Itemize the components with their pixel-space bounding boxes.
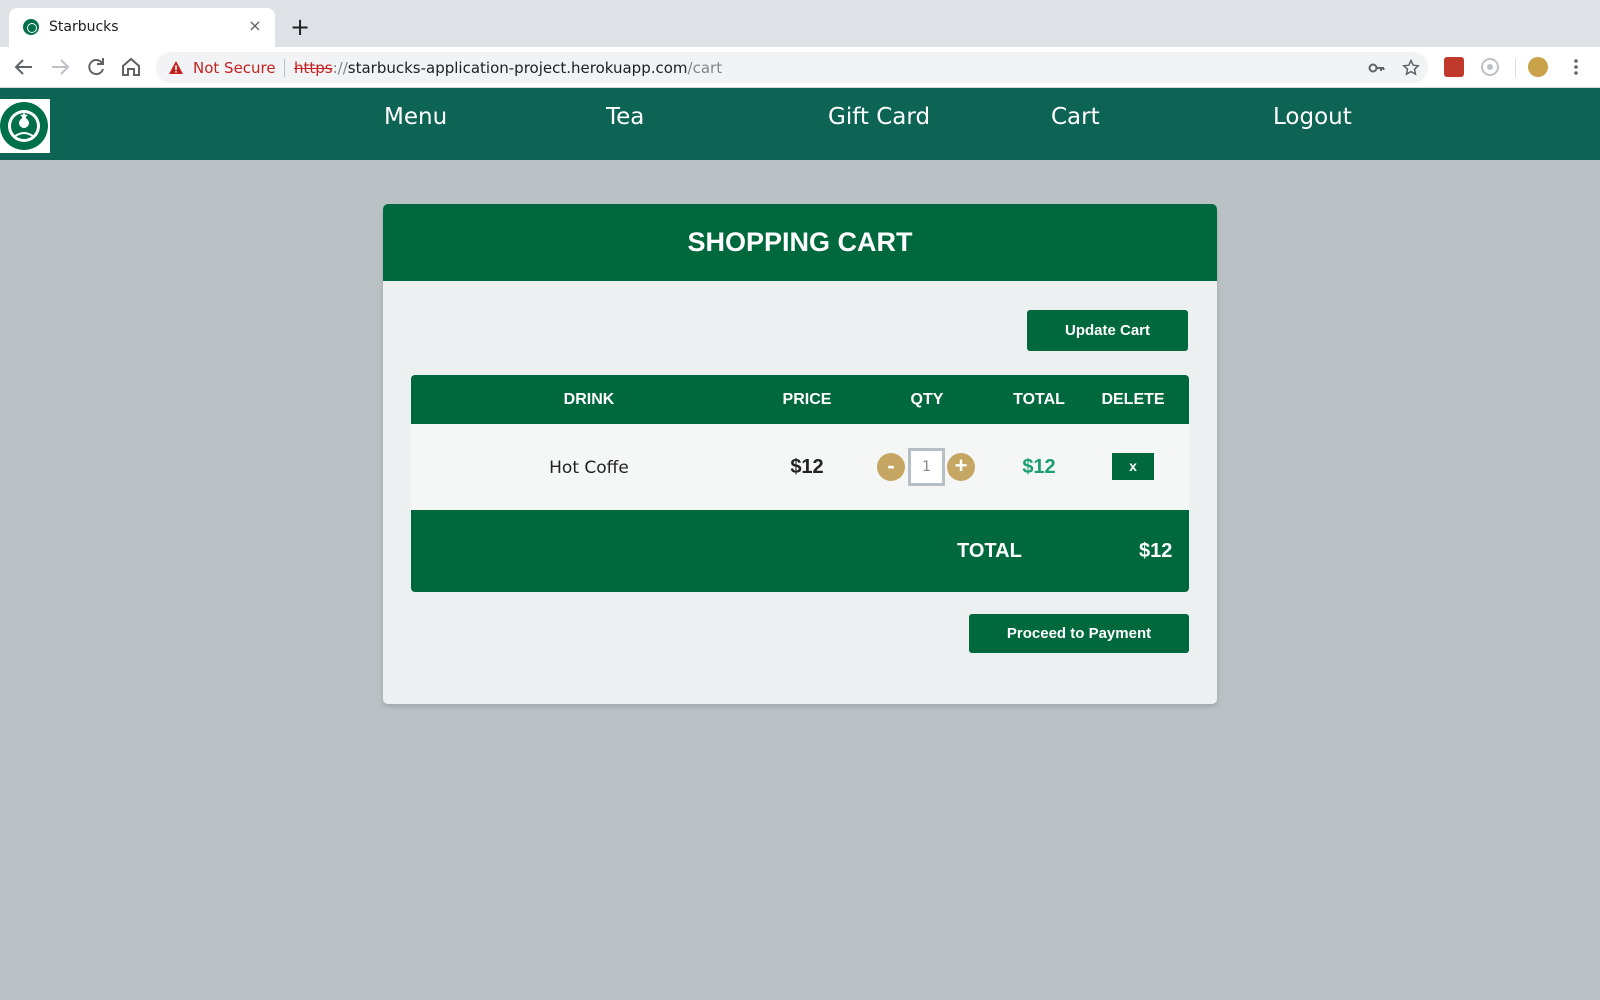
delete-item-button[interactable]: x (1112, 453, 1154, 480)
browser-toolbar: Not Secure https://starbucks-application… (0, 47, 1600, 88)
nav-gift-card[interactable]: Gift Card (828, 104, 930, 130)
browser-tab[interactable]: Starbucks × (9, 8, 275, 47)
security-status[interactable]: Not Secure (193, 59, 276, 77)
nav-logout[interactable]: Logout (1273, 104, 1352, 130)
column-header-total: TOTAL (1013, 391, 1065, 408)
divider (284, 59, 285, 77)
profile-avatar[interactable] (1528, 57, 1548, 77)
decrease-qty-button[interactable]: - (877, 453, 905, 481)
nav-menu[interactable]: Menu (384, 104, 447, 130)
address-bar[interactable]: Not Secure https://starbucks-application… (156, 52, 1428, 83)
home-icon[interactable] (119, 55, 143, 79)
column-header-drink: DRINK (563, 391, 615, 408)
shopping-cart-card: SHOPPING CART Update Cart DRINK PRICE QT… (383, 204, 1217, 704)
cart-header: SHOPPING CART (383, 204, 1217, 281)
tab-title: Starbucks (49, 19, 119, 35)
extension-icon[interactable] (1444, 57, 1464, 77)
extension-circle-icon[interactable] (1480, 57, 1500, 77)
quantity-input[interactable] (908, 448, 945, 486)
forward-arrow-icon[interactable] (48, 55, 72, 79)
url-scheme: https (294, 59, 333, 77)
cart-total-row: TOTAL $12 (411, 510, 1189, 592)
column-header-delete: DELETE (1101, 391, 1165, 408)
back-arrow-icon[interactable] (12, 55, 36, 79)
site-header: Menu Tea Gift Card Cart Logout (0, 88, 1600, 160)
tab-close-icon[interactable]: × (245, 16, 265, 36)
proceed-to-payment-button[interactable]: Proceed to Payment (969, 614, 1189, 653)
total-value: $12 (1139, 540, 1173, 562)
key-icon[interactable] (1368, 59, 1386, 77)
update-cart-button[interactable]: Update Cart (1027, 310, 1188, 351)
warning-triangle-icon[interactable] (168, 60, 184, 76)
table-header: DRINK PRICE QTY TOTAL DELETE (411, 375, 1189, 424)
bookmark-star-icon[interactable] (1402, 59, 1420, 77)
page-title: SHOPPING CART (687, 227, 913, 257)
url-path: /cart (687, 59, 723, 77)
more-menu-icon[interactable] (1566, 57, 1586, 77)
item-price: $12 (790, 456, 824, 478)
table-row: Hot Coffe $12 - + $12 x (411, 424, 1189, 510)
nav-cart[interactable]: Cart (1051, 104, 1100, 130)
reload-icon[interactable] (84, 55, 108, 79)
total-label: TOTAL (957, 540, 1022, 562)
url-separator: :// (332, 59, 348, 77)
column-header-price: PRICE (782, 391, 832, 408)
column-header-qty: QTY (910, 391, 944, 408)
starbucks-favicon-icon (23, 19, 39, 35)
browser-tab-bar: Starbucks × + (0, 0, 1600, 47)
item-total: $12 (1022, 456, 1056, 478)
drink-name: Hot Coffe (549, 458, 629, 478)
nav-tea[interactable]: Tea (606, 104, 644, 130)
url-text[interactable]: https://starbucks-application-project.he… (294, 59, 722, 77)
toolbar-divider (1515, 59, 1516, 77)
new-tab-icon[interactable]: + (288, 15, 312, 39)
url-host: starbucks-application-project.herokuapp.… (347, 59, 688, 77)
increase-qty-button[interactable]: + (947, 453, 975, 481)
starbucks-logo[interactable] (0, 99, 50, 153)
